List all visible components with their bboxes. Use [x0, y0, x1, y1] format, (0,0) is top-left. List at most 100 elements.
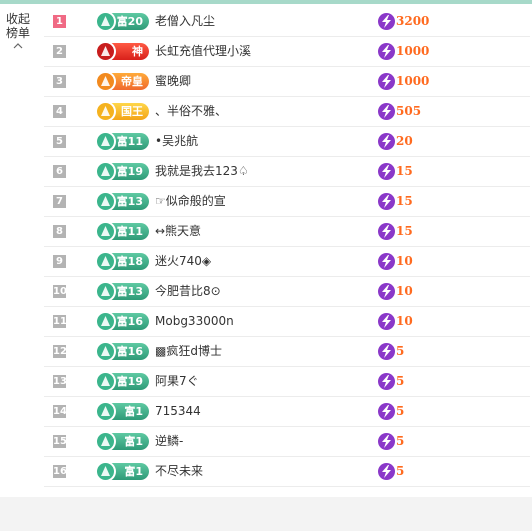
- user-name[interactable]: 我就是我去123♤: [155, 164, 249, 179]
- level-badge-icon: [95, 431, 116, 452]
- level-badge-icon: [95, 341, 116, 362]
- score-value: 15: [396, 194, 413, 208]
- user-name[interactable]: 长虹充值代理小溪: [155, 44, 251, 59]
- level-badge-icon: [95, 191, 116, 212]
- ranking-row[interactable]: 2 神长虹充值代理小溪 1000: [44, 37, 530, 67]
- ranking-row[interactable]: 11 富16 Mobg33000n 10: [44, 307, 530, 337]
- ranking-row[interactable]: 6 富19 我就是我去123♤ 15: [44, 157, 530, 187]
- level-badge-icon: [95, 311, 116, 332]
- ranking-row[interactable]: 10 富13 今肥昔比8⊙ 10: [44, 277, 530, 307]
- rank-number: 11: [53, 315, 67, 328]
- user-name[interactable]: •吴兆航: [155, 134, 198, 149]
- level-badge-label: 富1: [124, 435, 143, 448]
- level-badge: 富19: [95, 161, 149, 182]
- level-badge-label: 富19: [116, 165, 143, 178]
- collapse-ranking-button[interactable]: 收起榜单: [0, 12, 36, 50]
- user-name[interactable]: 迷火740◈: [155, 254, 211, 269]
- score-value: 10: [396, 284, 413, 298]
- level-badge: 富1: [95, 401, 149, 422]
- level-badge-icon: [95, 221, 116, 242]
- lightning-icon: [378, 313, 395, 330]
- ranking-row[interactable]: 9 富18 迷火740◈ 10: [44, 247, 530, 277]
- lightning-icon: [378, 193, 395, 210]
- level-badge-icon: [95, 11, 116, 32]
- user-name[interactable]: 蜜晚卿: [155, 74, 191, 89]
- score-value: 10: [396, 314, 413, 328]
- lightning-icon: [378, 433, 395, 450]
- ranking-row[interactable]: 5 富11 •吴兆航 20: [44, 127, 530, 157]
- user-name[interactable]: 阿果7ぐ: [155, 374, 199, 389]
- level-badge: 富19: [95, 371, 149, 392]
- user-name[interactable]: ☞似命般的宣: [155, 194, 226, 209]
- level-badge-label: 富19: [116, 375, 143, 388]
- level-badge-icon: [95, 161, 116, 182]
- ranking-row[interactable]: 8 富11 ↔熊天意 15: [44, 217, 530, 247]
- ranking-row[interactable]: 16 富1 不尽未来 5: [44, 457, 530, 487]
- ranking-row[interactable]: 13 富19 阿果7ぐ 5: [44, 367, 530, 397]
- level-badge-label: 帝皇: [121, 75, 143, 88]
- level-badge-label: 富13: [116, 285, 143, 298]
- level-badge: 富18: [95, 251, 149, 272]
- ranking-row[interactable]: 7 富13 ☞似命般的宣 15: [44, 187, 530, 217]
- ranking-row[interactable]: 12 富16 ▩疯狂d博士 5: [44, 337, 530, 367]
- lightning-icon: [378, 463, 395, 480]
- user-name[interactable]: 今肥昔比8⊙: [155, 284, 221, 299]
- panel-footer: [0, 497, 532, 531]
- lightning-icon: [378, 403, 395, 420]
- score-value: 5: [396, 434, 405, 448]
- level-badge-icon: [95, 281, 116, 302]
- ranking-row[interactable]: 15 富1 逆鳞- 5: [44, 427, 530, 457]
- level-badge-icon: [95, 71, 116, 92]
- lightning-icon: [378, 133, 395, 150]
- level-badge-icon: [95, 371, 116, 392]
- level-badge: 富16: [95, 311, 149, 332]
- level-badge-label: 富13: [116, 195, 143, 208]
- level-badge-label: 富16: [116, 315, 143, 328]
- user-name[interactable]: 逆鳞-: [155, 434, 183, 449]
- user-name[interactable]: 老僧入凡尘: [155, 14, 215, 29]
- level-badge: 富11: [95, 221, 149, 242]
- user-name[interactable]: 715344: [155, 404, 201, 419]
- score-value: 5: [396, 464, 405, 478]
- ranking-row[interactable]: 1 富20 老僧入凡尘 3200: [44, 7, 530, 37]
- level-badge-label: 富1: [124, 405, 143, 418]
- chevron-up-icon: [13, 43, 23, 49]
- user-name[interactable]: Mobg33000n: [155, 314, 234, 329]
- level-badge-label: 国王: [121, 105, 143, 118]
- ranking-row[interactable]: 4 国王 、半俗不雅、 505: [44, 97, 530, 127]
- lightning-icon: [378, 343, 395, 360]
- level-badge-label: 富1: [124, 465, 143, 478]
- score-value: 15: [396, 224, 413, 238]
- lightning-icon: [378, 163, 395, 180]
- user-name[interactable]: ↔熊天意: [155, 224, 201, 239]
- rank-number: 1: [53, 15, 66, 28]
- level-badge-icon: [95, 461, 116, 482]
- level-badge-icon: [95, 41, 116, 62]
- score-value: 5: [396, 374, 405, 388]
- user-name[interactable]: 、半俗不雅、: [155, 104, 227, 119]
- rank-number: 7: [53, 195, 66, 208]
- lightning-icon: [378, 43, 395, 60]
- user-name[interactable]: ▩疯狂d博士: [155, 344, 222, 359]
- level-badge: 富11: [95, 131, 149, 152]
- rank-number: 4: [53, 105, 66, 118]
- score-value: 10: [396, 254, 413, 268]
- rank-number: 9: [53, 255, 66, 268]
- score-value: 1000: [396, 74, 430, 88]
- level-badge-label: 富16: [116, 345, 143, 358]
- ranking-row[interactable]: 14 富1 715344 5: [44, 397, 530, 427]
- rank-number: 8: [53, 225, 66, 238]
- lightning-icon: [378, 73, 395, 90]
- level-badge-label: 富18: [116, 255, 143, 268]
- rank-number: 6: [53, 165, 66, 178]
- score-value: 505: [396, 104, 422, 118]
- score-value: 3200: [396, 14, 430, 28]
- score-value: 5: [396, 404, 405, 418]
- user-name[interactable]: 不尽未来: [155, 464, 203, 479]
- level-badge: 富13: [95, 281, 149, 302]
- rank-number: 13: [53, 375, 67, 388]
- ranking-row[interactable]: 3 帝皇 蜜晚卿 1000: [44, 67, 530, 97]
- rank-number: 10: [53, 285, 67, 298]
- level-badge: 神: [95, 41, 149, 62]
- score-value: 15: [396, 164, 413, 178]
